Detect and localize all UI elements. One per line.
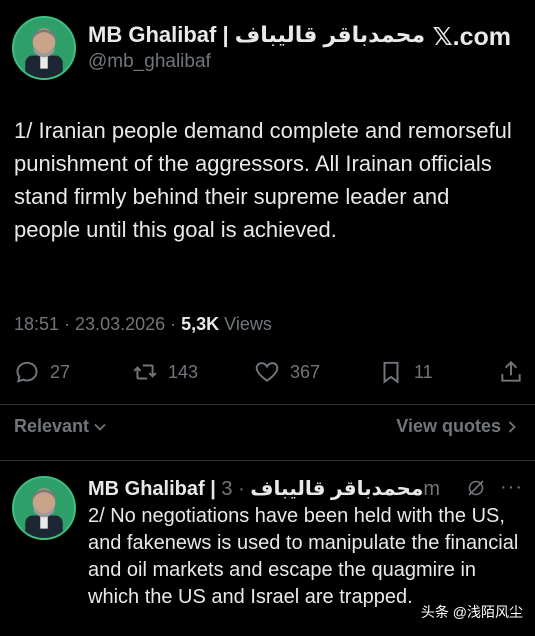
- sort-label: Relevant: [14, 416, 90, 436]
- divider: [0, 404, 535, 405]
- reply-text: 2/ No negotiations have been held with t…: [88, 505, 519, 608]
- repost-count: 143: [168, 361, 199, 382]
- heart-icon: [255, 362, 279, 382]
- reply-author-name[interactable]: MB Ghalibaf | محمدباقر قالیباف: [88, 478, 423, 500]
- tweet-meta: 18:51 · 23.03.2026 · 5,3K Views: [14, 314, 272, 335]
- repost-button[interactable]: 143: [132, 356, 198, 388]
- views-label: Views: [219, 314, 272, 334]
- share-button[interactable]: [498, 356, 534, 388]
- like-button[interactable]: 367: [254, 356, 320, 388]
- reply-author-avatar[interactable]: [12, 476, 76, 540]
- reply-button[interactable]: 27: [14, 356, 70, 388]
- chevron-right-icon: [508, 420, 516, 433]
- author-handle[interactable]: @mb_ghalibaf: [88, 51, 211, 73]
- watermark: 头条 @浅陌风尘: [416, 600, 527, 624]
- author-name[interactable]: MB Ghalibaf | محمدباقر قالیباف: [88, 22, 425, 48]
- share-icon: [501, 360, 521, 382]
- chevron-down-icon: [94, 423, 106, 431]
- author-avatar[interactable]: [12, 16, 76, 80]
- tweet-text: 1/ Iranian people demand complete and re…: [14, 118, 512, 242]
- reply-header: MB Ghalibaf | محمدباقر قالیباف · 3m: [88, 476, 440, 501]
- view-quotes-link[interactable]: View quotes: [396, 416, 519, 437]
- reply-header-icons: ···: [466, 476, 523, 499]
- grok-icon[interactable]: [466, 478, 486, 498]
- repost-icon: [133, 364, 157, 380]
- avatar-portrait-icon: [14, 18, 74, 78]
- bookmark-icon: [383, 361, 399, 384]
- bookmark-count: 11: [414, 361, 433, 382]
- reply-count: 27: [50, 361, 71, 382]
- view-quotes-label: View quotes: [396, 416, 501, 436]
- more-options-icon[interactable]: ···: [500, 476, 523, 499]
- tweet-card: MB Ghalibaf | محمدباقر قالیباف @mb_ghali…: [0, 0, 535, 636]
- like-count: 367: [290, 361, 321, 382]
- divider: [0, 460, 535, 461]
- action-bar: 27 143 367 11: [14, 356, 524, 388]
- reply-icon: [16, 361, 38, 383]
- bookmark-button[interactable]: 11: [378, 356, 433, 388]
- avatar-portrait-icon: [14, 478, 74, 538]
- sort-relevant-button[interactable]: Relevant: [14, 416, 107, 437]
- x-logo: 𝕏.com: [432, 23, 512, 51]
- views-count: 5,3K: [181, 314, 220, 334]
- tweet-timestamp[interactable]: 18:51 · 23.03.2026 ·: [14, 314, 181, 334]
